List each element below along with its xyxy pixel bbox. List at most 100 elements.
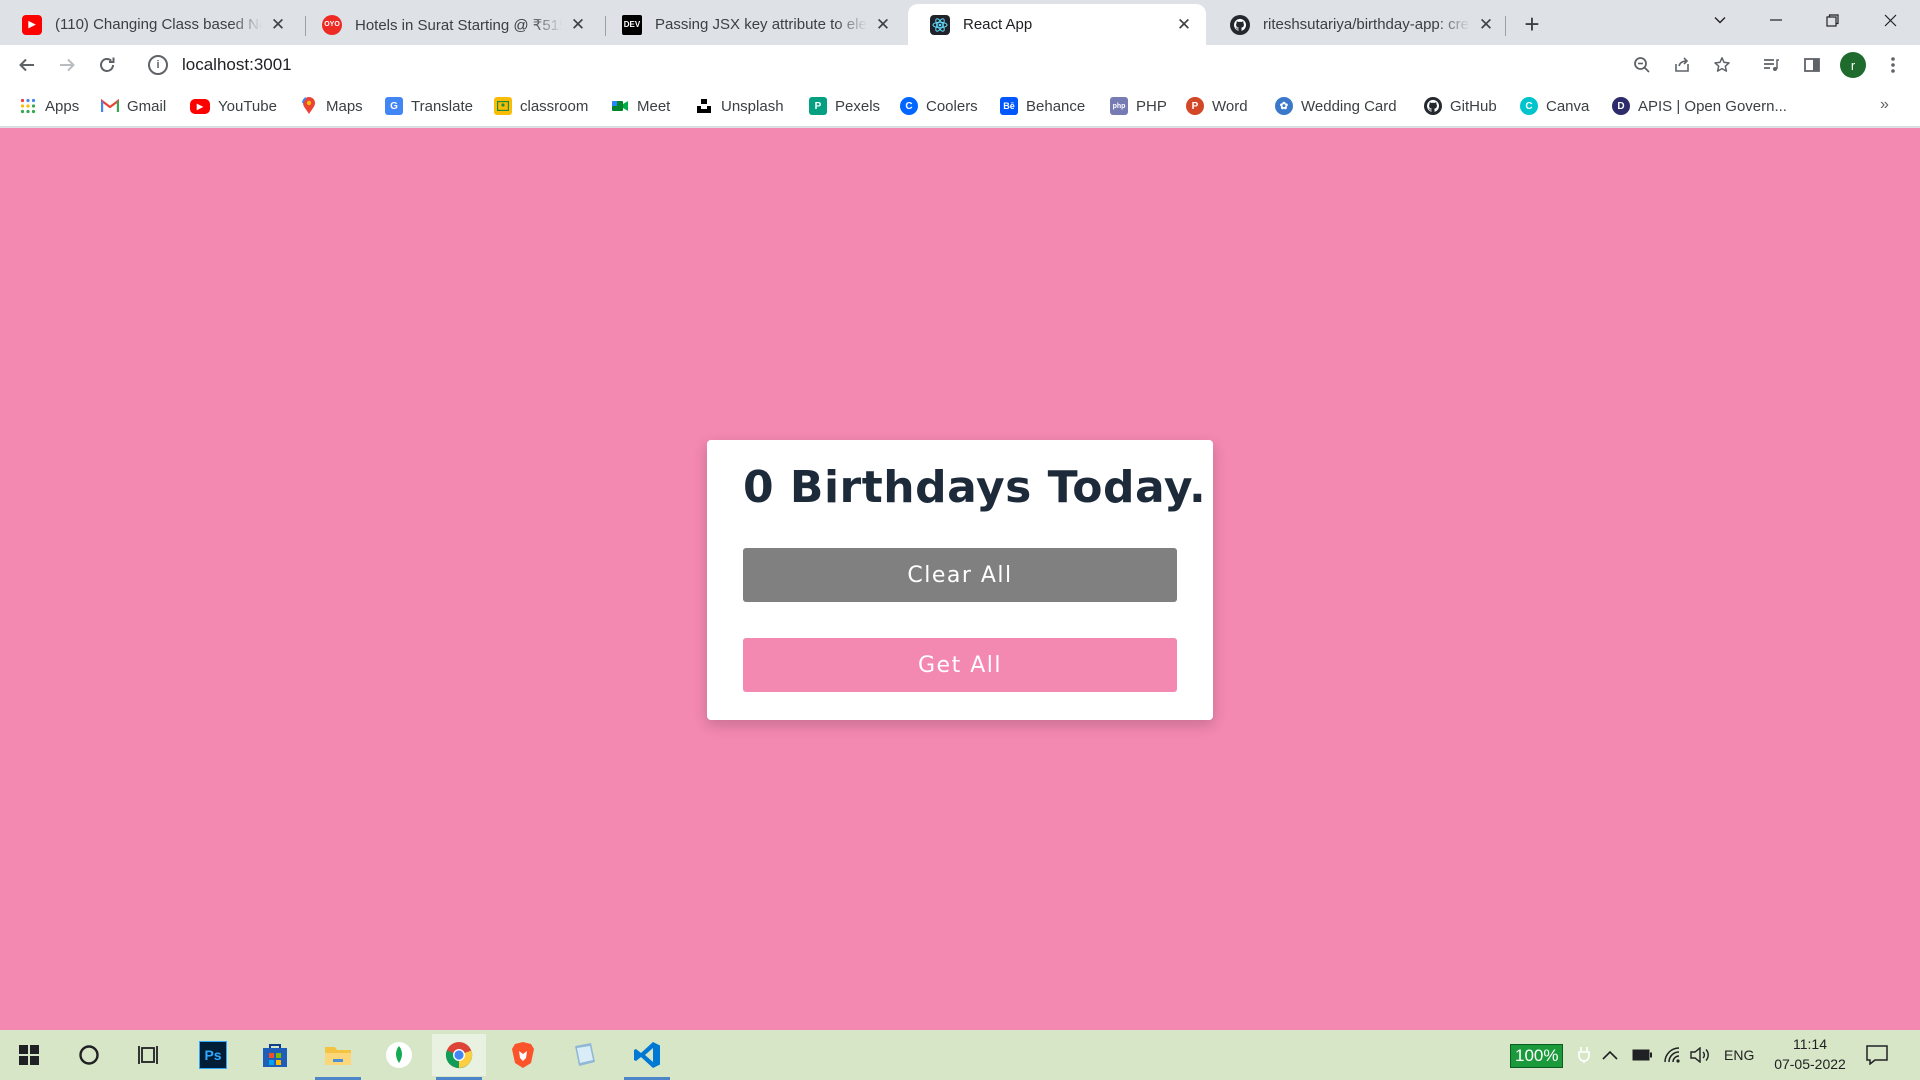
notepad-icon [575, 1043, 595, 1066]
side-panel-button[interactable] [1796, 49, 1828, 81]
bookmark-github[interactable]: GitHub [1424, 94, 1497, 118]
close-icon[interactable]: ✕ [568, 15, 588, 35]
start-icon [19, 1045, 39, 1065]
close-icon[interactable]: ✕ [268, 15, 288, 35]
taskbar-brave[interactable] [496, 1034, 550, 1076]
tab-title: Passing JSX key attribute to elem [655, 16, 867, 33]
tab-title: (110) Changing Class based New [55, 16, 262, 33]
tray-language[interactable]: ENG [1724, 1030, 1754, 1080]
tab-react-app[interactable]: React App ✕ [908, 4, 1206, 45]
taskbar-photoshop[interactable]: Ps [186, 1034, 240, 1076]
get-all-button[interactable]: Get All [743, 638, 1177, 692]
translate-icon: G [385, 97, 403, 115]
tab-search-button[interactable] [1692, 0, 1748, 40]
chevron-double-right-icon[interactable]: » [1880, 96, 1889, 114]
bookmark-pexels[interactable]: P Pexels [809, 94, 880, 118]
menu-button[interactable] [1877, 49, 1909, 81]
site-info-icon[interactable]: i [148, 55, 168, 75]
address-url[interactable]: localhost:3001 [182, 55, 292, 75]
apps-grid-icon [19, 97, 37, 115]
tab-oyo[interactable]: OYO Hotels in Surat Starting @ ₹515 - ✕ [300, 4, 600, 45]
tab-github[interactable]: riteshsutariya/birthday-app: creat ✕ [1208, 4, 1508, 45]
start-button[interactable] [2, 1034, 56, 1076]
wifi-icon [1664, 1047, 1680, 1063]
bookmark-label: classroom [520, 97, 589, 115]
reload-button[interactable] [91, 49, 123, 81]
reading-list-button[interactable] [1755, 49, 1787, 81]
address-bar[interactable]: i localhost:3001 [136, 47, 1701, 83]
profile-avatar[interactable]: r [1840, 52, 1866, 78]
bookmark-label: Behance [1026, 97, 1086, 115]
bookmark-php[interactable]: php PHP [1110, 94, 1167, 118]
taskbar-store[interactable] [248, 1034, 302, 1076]
back-button[interactable] [11, 49, 43, 81]
new-tab-button[interactable]: + [1518, 9, 1546, 39]
bookmark-word[interactable]: P Word [1186, 94, 1248, 118]
forward-button[interactable] [51, 49, 83, 81]
close-window-button[interactable] [1862, 0, 1918, 40]
clear-all-button[interactable]: Clear All [743, 548, 1177, 602]
youtube-icon: ▶ [22, 14, 42, 35]
bookmark-youtube[interactable]: ▶ YouTube [190, 94, 277, 118]
tab-youtube[interactable]: ▶ (110) Changing Class based New ✕ [0, 4, 300, 45]
tray-volume[interactable] [1690, 1030, 1710, 1080]
taskbar-file-explorer[interactable] [311, 1034, 365, 1080]
bookmark-gmail[interactable]: Gmail [101, 94, 166, 118]
bookmark-label: YouTube [218, 97, 277, 115]
bookmark-canva[interactable]: C Canva [1520, 94, 1589, 118]
bookmark-behance[interactable]: Bē Behance [1000, 94, 1085, 118]
wedding-card-icon: ✿ [1275, 97, 1293, 115]
tab-title: riteshsutariya/birthday-app: creat [1263, 16, 1470, 33]
tray-show-hidden[interactable] [1602, 1030, 1618, 1080]
bookmark-label: Pexels [835, 97, 881, 115]
tab-title: Hotels in Surat Starting @ ₹515 - [355, 16, 562, 34]
birthday-card: 0 Birthdays Today. Clear All Get All [707, 440, 1213, 720]
bookmark-meet[interactable]: Meet [611, 94, 670, 118]
bookmark-unsplash[interactable]: Unsplash [695, 94, 784, 118]
share-button[interactable] [1666, 49, 1698, 81]
tray-wifi[interactable] [1663, 1030, 1681, 1080]
taskbar-chrome[interactable] [432, 1034, 486, 1080]
system-clock[interactable]: 11:14 07-05-2022 [1760, 1034, 1860, 1074]
restore-button[interactable] [1804, 0, 1860, 40]
coolers-icon: C [900, 97, 918, 115]
bookmark-label: Translate [411, 97, 473, 115]
bookmark-wedding-card[interactable]: ✿ Wedding Card [1275, 94, 1397, 118]
clock-date: 07-05-2022 [1774, 1056, 1846, 1072]
bookmark-classroom[interactable]: classroom [494, 94, 588, 118]
github-icon [1424, 97, 1442, 115]
close-icon[interactable]: ✕ [1174, 15, 1194, 35]
close-icon[interactable]: ✕ [1476, 15, 1496, 35]
notifications-button[interactable] [1866, 1030, 1888, 1080]
zoom-button[interactable] [1626, 49, 1658, 81]
minimize-button[interactable] [1748, 0, 1804, 40]
bookmark-maps[interactable]: Maps [300, 94, 363, 118]
taskbar-mongodb[interactable] [372, 1034, 426, 1076]
task-view-button[interactable] [122, 1034, 176, 1076]
bookmark-coolers[interactable]: C Coolers [900, 94, 978, 118]
tray-battery[interactable] [1632, 1030, 1652, 1080]
search-button[interactable] [62, 1034, 116, 1076]
oyo-icon: OYO [322, 14, 342, 35]
taskbar-notepad[interactable] [558, 1034, 612, 1076]
apis-icon: D [1612, 97, 1630, 115]
store-icon [263, 1044, 287, 1067]
side-panel-icon [1804, 58, 1820, 72]
zoom-out-icon [1634, 57, 1650, 73]
clock-time: 11:14 [1793, 1036, 1827, 1052]
close-icon[interactable]: ✕ [873, 15, 893, 35]
bookmark-label: Coolers [926, 97, 978, 115]
bookmark-label: Unsplash [721, 97, 784, 115]
gmail-icon [101, 97, 119, 115]
dev-icon: DEV [622, 14, 642, 35]
taskbar-vscode[interactable] [620, 1034, 674, 1080]
bookmark-apis[interactable]: D APIS | Open Govern... [1612, 94, 1787, 118]
tray-plug[interactable] [1578, 1030, 1590, 1080]
bookmark-apps[interactable]: Apps [19, 94, 79, 118]
tab-dev[interactable]: DEV Passing JSX key attribute to elem ✕ [600, 4, 905, 45]
restore-icon [1825, 13, 1839, 27]
maps-icon [300, 97, 318, 115]
github-icon [1230, 14, 1250, 35]
bookmark-star-button[interactable] [1706, 49, 1738, 81]
bookmark-translate[interactable]: G Translate [385, 94, 473, 118]
